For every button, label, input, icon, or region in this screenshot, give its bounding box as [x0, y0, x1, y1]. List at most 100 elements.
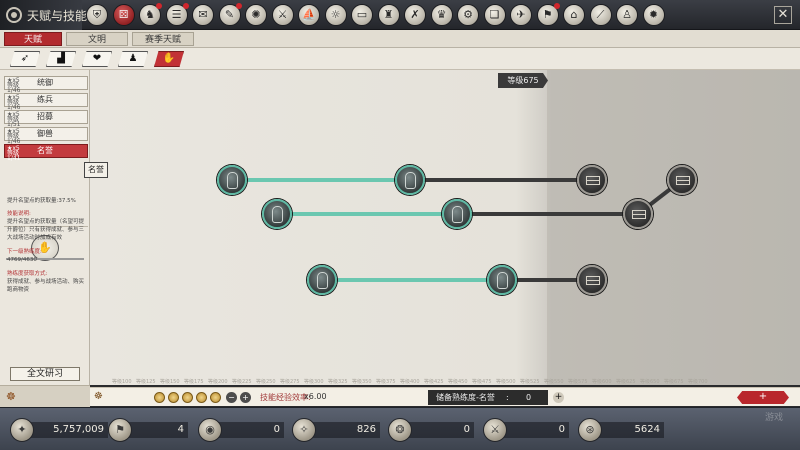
coin-icon: [196, 392, 207, 403]
resource-bronze-coin[interactable]: 0 ◉: [198, 418, 288, 442]
coin-icon: [154, 392, 165, 403]
locked-talent-node[interactable]: [623, 199, 653, 229]
level-tick: 等级175: [184, 379, 204, 385]
tab-season-talent[interactable]: 赛季天赋: [132, 32, 194, 46]
desc-body: 提升名望点的获取量（名望可提升爵位）只有获得成就、参与三大战场活动时加成有效: [7, 219, 85, 241]
subtab-bow-icon[interactable]: ➶: [10, 51, 40, 67]
resource-value: 0: [218, 422, 284, 438]
level-tick: 等级600: [592, 379, 612, 385]
sun-icon[interactable]: ☼: [324, 4, 347, 26]
coin-icon: [168, 392, 179, 403]
category-label: 招募: [37, 112, 53, 121]
category-item[interactable]: ★x5 等级1/46 练兵: [4, 93, 88, 111]
resource-banner[interactable]: 4 ⚑: [108, 418, 192, 442]
category-item[interactable]: ★x5 等级1/51 招募: [4, 110, 88, 128]
dice-icon[interactable]: ⚄: [112, 4, 135, 26]
talent-node[interactable]: [395, 165, 425, 195]
locked-talent-node[interactable]: [577, 265, 607, 295]
resource-swirl[interactable]: 0 ❂: [388, 418, 478, 442]
crown-icon[interactable]: ♛: [430, 4, 453, 26]
level-tick: 等级425: [424, 379, 444, 385]
tab-civilization[interactable]: 文明: [66, 32, 128, 46]
source-title: 熟练度获取方式:: [7, 271, 48, 277]
locked-talent-node[interactable]: [577, 165, 607, 195]
skill-effect: 提升名望点的获取量:37.5%: [7, 198, 76, 204]
shield-icon[interactable]: ⛨: [86, 4, 108, 26]
resource-value: 5,757,009: [30, 422, 108, 438]
plus-button[interactable]: +: [240, 392, 251, 403]
sword-circle-icon[interactable]: ⚔: [271, 4, 294, 26]
gold-coin-icon: ⊛: [578, 418, 602, 442]
tab-talent[interactable]: 天赋: [4, 32, 62, 46]
notification-dot: [235, 3, 242, 9]
locked-talent-node[interactable]: [667, 165, 697, 195]
subtab-row: ➶ ▟ ❤ ♟ ✋: [0, 48, 800, 70]
talent-node[interactable]: [262, 199, 292, 229]
bronze-coin-icon: ◉: [198, 418, 222, 442]
talent-node[interactable]: [487, 265, 517, 295]
level-tick: 等级350: [352, 379, 372, 385]
subtab-seal-hand-icon[interactable]: ✋: [154, 51, 184, 67]
warrior-icon[interactable]: ♙: [616, 4, 638, 26]
close-button[interactable]: ✕: [774, 6, 792, 24]
resource-rune[interactable]: 826 ✧: [292, 418, 384, 442]
castle-icon[interactable]: ♜: [377, 4, 400, 26]
sun-seal-icon[interactable]: ✹: [642, 4, 665, 26]
category-tag: ★x5 等级1/41: [7, 145, 21, 162]
talent-node[interactable]: [442, 199, 472, 229]
subtab-heart-icon[interactable]: ❤: [82, 51, 112, 67]
resource-value: 4: [128, 422, 188, 438]
coin-icon: [210, 392, 221, 403]
add-proficiency-button[interactable]: +: [553, 392, 564, 403]
category-label: 御兽: [37, 129, 53, 138]
subtab-bust-icon[interactable]: ♟: [118, 51, 148, 67]
gear-wheel-icon[interactable]: ⚙: [457, 4, 479, 26]
talent-node[interactable]: [217, 165, 247, 195]
crossed-arrows-icon[interactable]: ✗: [404, 4, 426, 26]
banner-icon: ⚑: [108, 418, 132, 442]
spear-icon[interactable]: ⟋: [589, 4, 612, 26]
level-tick: 等级125: [136, 379, 156, 385]
level-tick: 等级150: [160, 379, 180, 385]
tablet-icon[interactable]: ▭: [351, 4, 373, 26]
level-tick: 等级525: [520, 379, 540, 385]
level-tick: 等级300: [304, 379, 324, 385]
efficiency-value: x6.00: [304, 392, 327, 401]
subtab-boot-icon[interactable]: ▟: [46, 51, 76, 67]
add-button[interactable]: +: [737, 391, 789, 404]
horse-head-icon[interactable]: ♞: [139, 3, 162, 26]
level-tick: 等级700: [688, 379, 708, 385]
level-tick: 等级475: [472, 379, 492, 385]
swirl-icon: ❂: [388, 418, 412, 442]
category-label: 名誉: [37, 146, 53, 155]
boat-icon[interactable]: ⛵: [298, 4, 320, 26]
level-tick: 等级325: [328, 379, 348, 385]
compass-icon[interactable]: ✺: [245, 4, 267, 26]
resource-gold-coin[interactable]: 5624 ⊛: [578, 418, 668, 442]
banner-icon[interactable]: ⚑: [536, 3, 560, 26]
book-red-icon[interactable]: ❏: [483, 4, 506, 26]
envelope-icon[interactable]: ✉: [192, 4, 214, 26]
bird-icon[interactable]: ✈: [510, 4, 532, 26]
level-tick: 等级675: [664, 379, 684, 385]
scroll-icon[interactable]: ☰: [165, 3, 189, 26]
tab-row: 天赋 文明 赛季天赋: [0, 30, 800, 48]
skill-name-tag: 名誉: [84, 162, 108, 178]
stored-proficiency-colon: :: [506, 393, 509, 402]
category-item[interactable]: ★x5 等级1/46 统御: [4, 76, 88, 94]
quill-icon[interactable]: ✎: [218, 3, 242, 26]
tag-icon[interactable]: ⌂: [563, 4, 585, 26]
category-item[interactable]: ★x5 等级1/46 御兽: [4, 127, 88, 145]
resource-value: 0: [503, 422, 569, 438]
resource-sword[interactable]: 0 ⚔: [483, 418, 573, 442]
level-tick: 等级450: [448, 379, 468, 385]
talent-node[interactable]: [307, 265, 337, 295]
resource-value: 0: [408, 422, 474, 438]
category-label: 练兵: [37, 95, 53, 104]
minus-button[interactable]: −: [226, 392, 237, 403]
top-bar: 天赋与技能 ⛨ ⚄ ♞ ☰ ✉ ✎ ✺ ⚔ ⛵ ☼ ▭ ♜ ✗ ♛ ⚙ ❏ ✈ ⚑ ⌂ ⟋ ♙ ✹ ✕: [0, 0, 800, 30]
category-item[interactable]: ★x5 等级1/41 名誉: [4, 144, 88, 162]
resource-silver[interactable]: 5,757,009 ✦: [10, 418, 112, 442]
level-tick: 等级400: [400, 379, 420, 385]
research-button[interactable]: 全文研习: [10, 367, 80, 381]
